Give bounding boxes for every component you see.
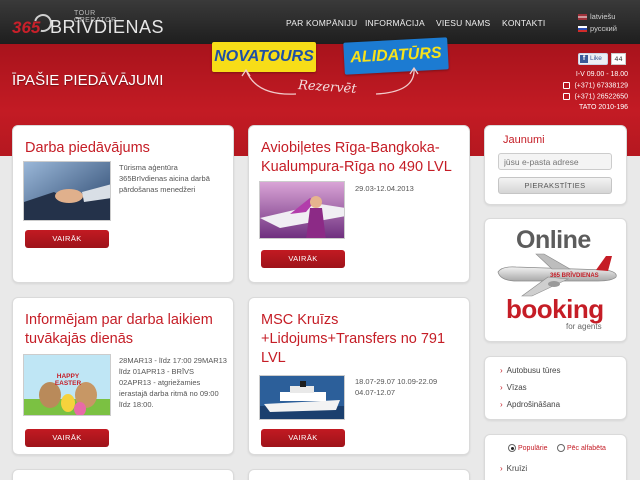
chevron-right-icon: › (500, 464, 503, 473)
offer-text: 18.07-29.07 10.09-22.09 04.07-12.07 (355, 377, 438, 397)
more-button[interactable]: VAIRĀK (261, 429, 345, 447)
more-button[interactable]: VAIRĀK (25, 230, 109, 248)
lang-russian-label: русский (590, 24, 617, 33)
mobile-icon (563, 93, 571, 100)
sort-popular-label: Populārie (518, 444, 548, 452)
phone-2-text: (+371) 26522650 (574, 93, 628, 101)
menu-item-label: Apdrošināšana (506, 400, 561, 409)
menu-item-visas[interactable]: › Vīzas (500, 383, 527, 392)
office-hours: I-V 09.00 - 18.00 (575, 71, 628, 78)
more-button[interactable]: VAIRĀK (25, 429, 109, 447)
sort-alphabet-label: Pēc alfabēta (567, 444, 606, 452)
latvia-flag-icon (578, 14, 587, 21)
nav-information[interactable]: INFORMĀCIJA (365, 18, 425, 28)
site-logo[interactable]: 365 TOUR OPERATOR BRĪVDIENAS (12, 8, 164, 38)
offer-title[interactable]: MSC Kruīzs +Lidojums+Transfers no 791 LV… (261, 311, 465, 368)
offer-text: 29.03-12.04.2013 (355, 184, 414, 193)
page-title: ĪPAŠIE PIEDĀVĀJUMI (12, 72, 164, 89)
radio-selected-icon (508, 444, 516, 452)
email-input[interactable] (498, 153, 612, 170)
facebook-icon: f (580, 55, 588, 63)
sort-popular[interactable]: Populārie (508, 444, 548, 452)
easter-image[interactable]: HAPPY EASTER (23, 354, 111, 416)
sort-alphabet[interactable]: Pēc alfabēta (557, 444, 606, 452)
airplane-icon: 365 BRĪVDIENAS (497, 253, 617, 297)
phone-icon (563, 82, 571, 89)
nav-about[interactable]: PAR KOMPĀNIJU (286, 18, 357, 28)
license-number: TATO 2010-196 (578, 104, 628, 111)
offer-card-partial (12, 469, 234, 480)
menu-item-insurance[interactable]: › Apdrošināšana (500, 400, 560, 409)
destination-label: Kruīzi (506, 464, 528, 473)
nav-contacts[interactable]: KONTAKTI (502, 18, 545, 28)
booking-sub-text: for agents (566, 322, 602, 331)
logo-brand: BRĪVDIENAS (50, 17, 165, 37)
radio-icon (557, 444, 565, 452)
facebook-like-button[interactable]: f Like (578, 53, 608, 65)
offer-card-job: Darba piedāvājums Tūrisma aģentūra 365Br… (12, 125, 234, 283)
chevron-right-icon: › (500, 366, 503, 375)
lang-latvian[interactable]: latviešu (578, 12, 615, 21)
phone-2[interactable]: (+371) 26522650 (563, 93, 628, 100)
menu-item-bus-tours[interactable]: › Autobusu tūres (500, 366, 560, 375)
destination-cruises[interactable]: › Kruīzi (500, 464, 527, 473)
offer-title[interactable]: Aviobiļetes Rīga-Bangkoka-Kualumpura-Rīg… (261, 139, 465, 177)
more-button[interactable]: VAIRĀK (261, 250, 345, 268)
nav-guest-house[interactable]: VIESU NAMS (436, 18, 490, 28)
cruise-ship-image[interactable] (259, 375, 345, 420)
easter-caption: HAPPY EASTER (54, 373, 82, 387)
lang-russian[interactable]: русский (578, 24, 617, 33)
offer-text: 28MAR13 - līdz 17:00 29MAR13 līdz 01APR1… (119, 356, 227, 409)
offer-title[interactable]: Informējam par darba laikiem tuvākajās d… (25, 311, 229, 349)
offer-card-cruise: MSC Kruīzs +Lidojums+Transfers no 791 LV… (248, 297, 470, 455)
handshake-image[interactable] (23, 161, 111, 221)
facebook-like[interactable]: f Like 44 (578, 53, 626, 65)
destinations-box (484, 434, 627, 480)
phone-1[interactable]: (+371) 67338129 (563, 82, 628, 89)
newsletter-title: Jaunumi (503, 134, 545, 146)
offer-card-partial (248, 469, 470, 480)
menu-item-label: Autobusu tūres (506, 366, 561, 375)
russia-flag-icon (578, 26, 587, 33)
offer-text: Tūrisma aģentūra 365Brīvdienas aicina da… (119, 163, 210, 194)
chevron-right-icon: › (500, 383, 503, 392)
thai-airways-image[interactable] (259, 181, 345, 239)
chevron-right-icon: › (500, 400, 503, 409)
menu-item-label: Vīzas (506, 383, 527, 392)
subscribe-button[interactable]: PIERAKSTĪTIES (498, 177, 612, 194)
like-label: Like (590, 55, 602, 62)
top-bar: 365 TOUR OPERATOR BRĪVDIENAS PAR KOMPĀNI… (0, 0, 640, 44)
offer-title[interactable]: Darba piedāvājums (25, 139, 150, 158)
phone-1-text: (+371) 67338129 (574, 82, 628, 90)
airplane-livery-text: 365 BRĪVDIENAS (550, 272, 599, 279)
like-count: 44 (611, 53, 626, 65)
lang-latvian-label: latviešu (590, 12, 616, 21)
booking-text: booking (506, 294, 604, 324)
offer-card-hours: Informējam par darba laikiem tuvākajās d… (12, 297, 234, 455)
offer-card-flights: Aviobiļetes Rīga-Bangkoka-Kualumpura-Rīg… (248, 125, 470, 283)
